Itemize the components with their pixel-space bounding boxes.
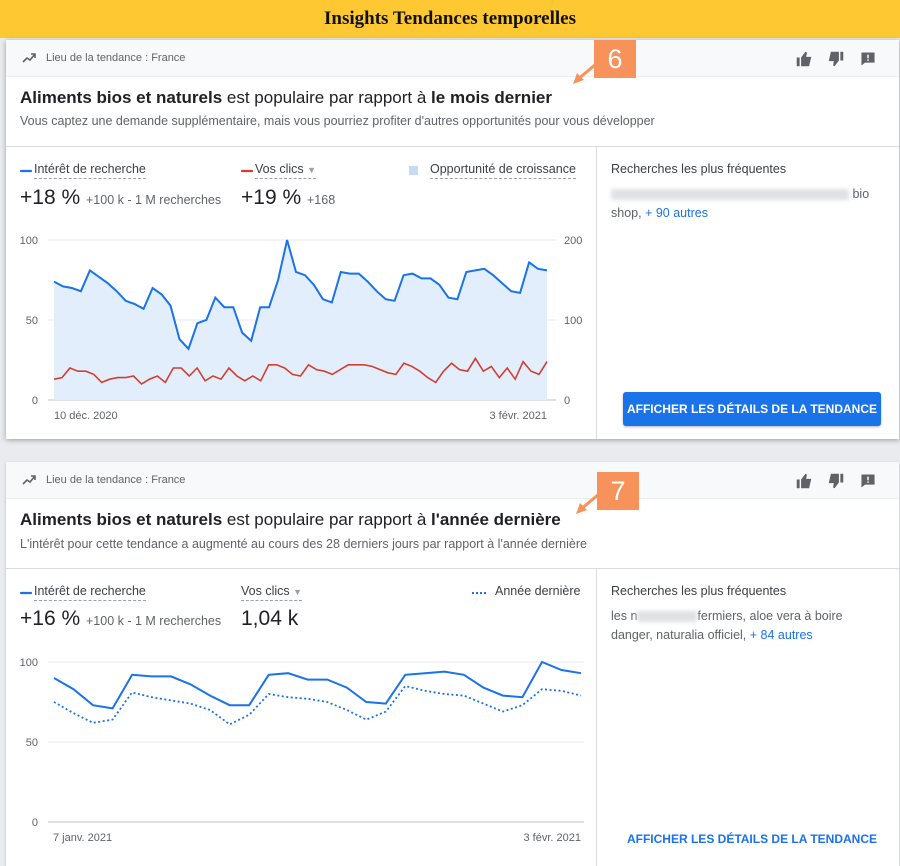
- clicks-metric: 1,04 k: [241, 607, 299, 630]
- x-tick-start: 10 déc. 2020: [54, 410, 118, 422]
- card-header: Lieu de la tendance : France: [6, 40, 899, 77]
- y-tick-left: 50: [26, 737, 38, 749]
- thumbs-down-icon[interactable]: [827, 473, 845, 489]
- interest-legend-icon: [20, 591, 32, 595]
- thumbs-up-icon[interactable]: [795, 51, 813, 67]
- interest-line: [53, 660, 582, 710]
- legend-interest[interactable]: Intérêt de recherche: [34, 584, 146, 601]
- clicks-metric: +19 % +168: [241, 186, 336, 209]
- trend-location: Lieu de la tendance : France: [46, 474, 186, 486]
- x-tick-start: 7 janv. 2021: [53, 832, 112, 844]
- trend-subtitle: Vous captez une demande supplémentaire, …: [20, 114, 655, 128]
- trending-up-icon: [22, 475, 36, 485]
- view-trend-details-button[interactable]: AFFICHER LES DÉTAILS DE LA TENDANCE: [623, 832, 881, 846]
- last-year-legend-icon: [472, 592, 486, 594]
- step-badge: 7: [597, 472, 639, 510]
- trend-subtitle: L'intérêt pour cette tendance a augmenté…: [20, 537, 587, 551]
- trend-card-year: Lieu de la tendance : France Aliments bi…: [6, 462, 899, 866]
- chevron-down-icon[interactable]: ▼: [293, 587, 302, 597]
- trending-up-icon: [22, 53, 36, 63]
- legend-last-year: Année dernière: [495, 584, 581, 598]
- y-tick-right: 200: [564, 235, 582, 247]
- divider: [6, 568, 899, 569]
- more-searches-link[interactable]: + 84 autres: [750, 628, 813, 642]
- trend-chart-month: 100 50 0 200 100 0 10 déc. 2020 3 févr. …: [20, 235, 583, 422]
- arrow-icon: [573, 62, 597, 84]
- interest-legend-icon: [20, 169, 32, 173]
- y-tick-right: 100: [564, 315, 582, 327]
- top-searches-title: Recherches les plus fréquentes: [611, 162, 787, 176]
- top-searches-title: Recherches les plus fréquentes: [611, 584, 787, 598]
- divider: [596, 569, 597, 866]
- thumbs-down-icon[interactable]: [827, 51, 845, 67]
- more-searches-link[interactable]: + 90 autres: [645, 206, 708, 220]
- top-searches-list: bio shop, + 90 autres: [611, 187, 870, 220]
- trend-card-month: Lieu de la tendance : France Aliments bi…: [6, 40, 899, 439]
- thumbs-up-icon[interactable]: [795, 473, 813, 489]
- y-tick-left: 100: [20, 235, 38, 247]
- clicks-legend-icon: [241, 169, 253, 173]
- legend-interest[interactable]: Intérêt de recherche: [34, 162, 146, 179]
- trend-location: Lieu de la tendance : France: [46, 52, 186, 64]
- trend-title: Aliments bios et naturels est populaire …: [20, 510, 561, 529]
- view-trend-details-button[interactable]: AFFICHER LES DÉTAILS DE LA TENDANCE: [623, 392, 881, 426]
- y-tick-left: 50: [26, 315, 38, 327]
- last-year-line: [53, 684, 582, 726]
- y-tick-right: 0: [564, 395, 570, 407]
- trend-chart-year: 100 50 0 7 janv. 2021 3 févr. 2021: [20, 657, 584, 844]
- step-badge: 6: [594, 40, 636, 78]
- growth-opportunity-legend-icon: [409, 166, 418, 175]
- y-tick-left: 100: [20, 657, 38, 669]
- legend-clicks[interactable]: Vos clics ▼: [241, 584, 303, 601]
- y-tick-left: 0: [32, 395, 38, 407]
- arrow-icon: [576, 492, 600, 514]
- interest-metric: +16 % +100 k - 1 M recherches: [20, 607, 222, 630]
- legend-growth-opportunity[interactable]: Opportunité de croissance: [430, 162, 576, 179]
- divider: [596, 147, 597, 439]
- top-searches-list: les n fermiers, aloe vera à boire danger,…: [611, 609, 843, 642]
- divider: [6, 146, 899, 147]
- feedback-icon[interactable]: [859, 473, 877, 489]
- redacted-text: [611, 189, 849, 201]
- interest-metric: +18 % +100 k - 1 M recherches: [20, 186, 222, 209]
- card-header: Lieu de la tendance : France: [6, 462, 899, 499]
- chevron-down-icon[interactable]: ▼: [307, 165, 316, 175]
- y-tick-left: 0: [32, 817, 38, 829]
- x-tick-end: 3 févr. 2021: [490, 410, 548, 422]
- x-tick-end: 3 févr. 2021: [524, 832, 582, 844]
- feedback-icon[interactable]: [859, 51, 877, 67]
- page-banner: Insights Tendances temporelles: [0, 0, 900, 38]
- trend-title: Aliments bios et naturels est populaire …: [20, 88, 552, 107]
- redacted-text: [637, 611, 698, 623]
- legend-clicks[interactable]: Vos clics ▼: [255, 162, 317, 179]
